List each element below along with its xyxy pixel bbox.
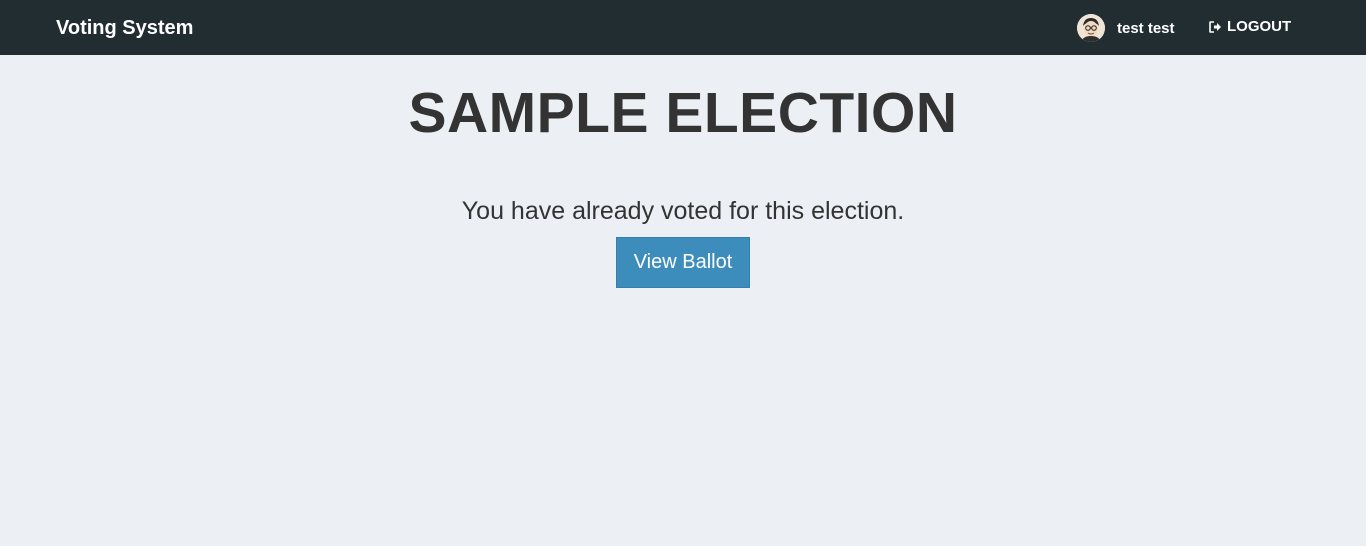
main-content: SAMPLE ELECTION You have already voted f… (0, 55, 1366, 546)
view-ballot-button[interactable]: View Ballot (616, 237, 750, 288)
top-navbar: Voting System test test LOGOUT (0, 0, 1366, 55)
sign-out-icon (1208, 20, 1222, 34)
user-menu[interactable]: test test (1077, 13, 1175, 43)
user-name: test test (1117, 19, 1175, 37)
logout-label: LOGOUT (1227, 18, 1292, 35)
avatar (1077, 14, 1105, 42)
user-avatar-icon (1077, 14, 1105, 42)
brand-link[interactable]: Voting System (56, 16, 193, 40)
already-voted-message: You have already voted for this election… (461, 197, 905, 225)
page-title: SAMPLE ELECTION (408, 81, 958, 145)
logout-button[interactable]: LOGOUT (1208, 18, 1291, 36)
